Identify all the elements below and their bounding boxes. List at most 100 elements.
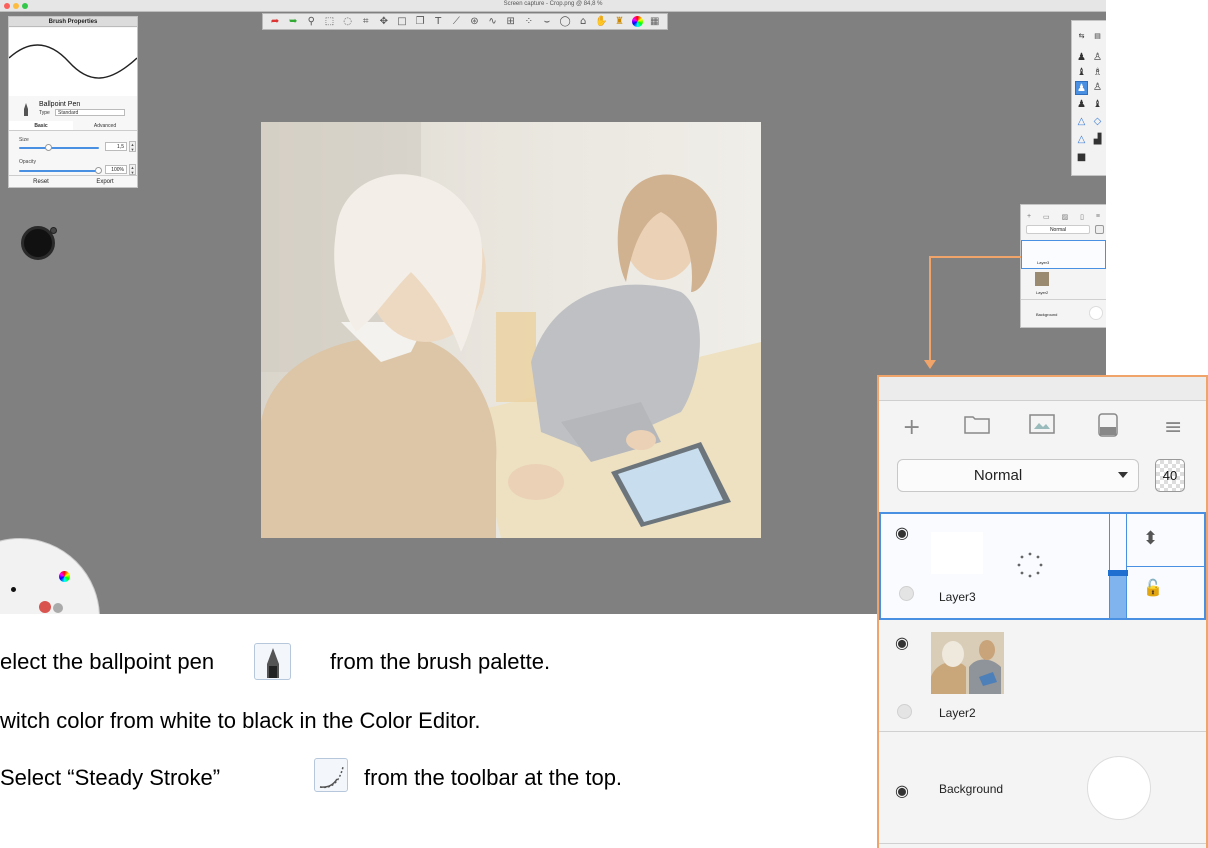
undo-icon[interactable] xyxy=(39,601,51,613)
instruction-step-3-suffix: from the toolbar at the top. xyxy=(364,765,622,791)
zoom-icon[interactable]: ⚲ xyxy=(305,16,317,28)
layer-row-background[interactable]: ◉ Background xyxy=(879,732,1206,844)
opacity-stepper[interactable]: ▲ ▼ xyxy=(129,164,136,175)
crop-icon[interactable]: ⌗ xyxy=(360,16,372,28)
color-wheel-icon[interactable] xyxy=(59,571,70,582)
distort-icon[interactable]: ⁘ xyxy=(523,16,535,28)
layer-menu-icon[interactable]: ≡ xyxy=(1158,413,1188,443)
image-layer-icon[interactable] xyxy=(1027,413,1057,443)
transform-icon[interactable]: ✥ xyxy=(378,16,390,28)
ballpoint-pen-brush-icon[interactable]: ♟ xyxy=(1075,81,1088,95)
opacity-slider-thumb[interactable] xyxy=(95,167,102,174)
eye-icon[interactable]: ◉ xyxy=(895,525,915,541)
fill-icon[interactable]: ⌂ xyxy=(577,16,589,28)
small-layer-row[interactable]: Layer2 xyxy=(1021,269,1106,300)
size-stepper[interactable]: ▲ ▼ xyxy=(129,141,136,152)
photo-of-two-people xyxy=(261,122,761,538)
mask-icon[interactable]: ▯ xyxy=(1080,213,1084,221)
tab-basic[interactable]: Basic xyxy=(9,121,73,131)
callout-connector-vertical xyxy=(929,256,931,362)
ellipse-icon[interactable]: ◯ xyxy=(559,16,571,28)
texture-brush-icon[interactable]: ■ xyxy=(1075,151,1088,165)
blend-mode-select[interactable]: Normal xyxy=(897,459,1139,492)
text-icon[interactable]: T xyxy=(432,16,444,28)
eye-icon[interactable]: ◉ xyxy=(895,635,915,651)
brush-palette-list-icon[interactable]: ▤ xyxy=(1091,29,1104,43)
select-icon[interactable]: ⬚ xyxy=(323,16,335,28)
mask-icon[interactable] xyxy=(1093,413,1123,443)
fineliner-brush-icon[interactable]: ♝ xyxy=(1075,66,1088,80)
ink-brush-icon[interactable]: ♙ xyxy=(1091,81,1104,95)
small-opacity-box[interactable] xyxy=(1095,225,1104,234)
brush-footer: Reset Export xyxy=(9,175,137,187)
lasso-icon[interactable]: ◌ xyxy=(342,16,354,28)
small-layer-row[interactable]: Background xyxy=(1021,300,1106,328)
opacity-slider-track[interactable] xyxy=(1108,514,1128,618)
layer-row-layer3[interactable]: ◉ Layer3 ⬍ 🔓 xyxy=(879,512,1206,620)
add-layer-icon[interactable]: + xyxy=(897,413,927,443)
layer-select-radio[interactable] xyxy=(897,704,912,719)
brush-library-icon[interactable]: ♜ xyxy=(613,16,625,28)
stroke-preview xyxy=(8,28,138,96)
airbrush-brush-icon[interactable]: ♗ xyxy=(1091,66,1104,80)
background-color-swatch[interactable] xyxy=(1087,756,1151,820)
color-wheel-icon[interactable] xyxy=(631,16,643,27)
redo-icon[interactable] xyxy=(53,603,63,613)
canvas-image[interactable] xyxy=(261,122,761,538)
size-slider-thumb[interactable] xyxy=(45,144,52,151)
symmetry-icon[interactable]: ⊛ xyxy=(468,16,480,28)
steady-stroke-icon[interactable]: ⌣ xyxy=(541,16,553,28)
undo-icon[interactable]: ➦ xyxy=(269,16,281,28)
instruction-step-1-suffix: from the brush palette. xyxy=(330,649,550,675)
brush-palette-tools-icon[interactable]: ⇆ xyxy=(1075,29,1088,43)
instruction-step-2: witch color from white to black in the C… xyxy=(0,708,481,734)
layer-opacity-box[interactable]: 40 xyxy=(1155,459,1185,492)
window-title: Screen capture - Crop.png @ 84,8 % xyxy=(503,1,603,7)
fill-brush-icon[interactable]: ▟ xyxy=(1091,133,1104,147)
smudge-brush-icon[interactable]: ♝ xyxy=(1091,98,1104,112)
opacity-slider[interactable] xyxy=(19,170,99,172)
copy-icon[interactable]: ❐ xyxy=(414,16,426,28)
layers-panel-header xyxy=(879,377,1206,401)
curve-icon[interactable]: ∿ xyxy=(487,16,499,28)
eraser-brush-icon[interactable]: △ xyxy=(1075,115,1088,129)
redo-icon[interactable]: ➥ xyxy=(287,16,299,28)
menu-icon[interactable]: ≡ xyxy=(1096,213,1100,221)
paint-icon[interactable]: ✋ xyxy=(595,16,607,28)
type-select[interactable]: Standard xyxy=(55,109,125,116)
paint-brush-icon[interactable]: ♟ xyxy=(1075,98,1088,112)
image-icon[interactable]: ▨ xyxy=(1062,213,1069,221)
layers-panel-zoomed: + ≡ Normal 40 ◉ Layer3 ⬍ 🔓 ◉ Layer2 ◉ Ba… xyxy=(877,375,1208,848)
layers-icon[interactable]: ▦ xyxy=(649,16,661,28)
small-layer-row[interactable]: Layer3 xyxy=(1021,240,1106,269)
marker-brush-icon[interactable]: ♙ xyxy=(1091,51,1104,65)
layer-row-layer2[interactable]: ◉ Layer2 xyxy=(879,620,1206,732)
layer-select-radio[interactable] xyxy=(899,586,914,601)
black-dot-icon[interactable] xyxy=(11,587,16,592)
pencil-brush-icon[interactable]: ♟ xyxy=(1075,51,1088,65)
add-layer-icon[interactable]: + xyxy=(1027,213,1031,221)
folder-icon[interactable]: ▭ xyxy=(1043,213,1050,221)
lock-transparency-icon[interactable]: 🔓 xyxy=(1143,578,1163,597)
opacity-slider-handle[interactable] xyxy=(1108,570,1128,576)
size-slider[interactable] xyxy=(19,147,99,149)
folder-icon[interactable] xyxy=(962,413,992,443)
rect-icon[interactable]: □ xyxy=(396,16,408,28)
small-layer-name: Layer3 xyxy=(1037,260,1050,265)
size-value[interactable]: 1,5 xyxy=(105,142,127,151)
blur-brush-icon[interactable]: ◇ xyxy=(1091,115,1104,129)
tab-advanced[interactable]: Advanced xyxy=(73,121,137,131)
export-button[interactable]: Export xyxy=(73,176,137,187)
perspective-icon[interactable]: ⊞ xyxy=(505,16,517,28)
hard-eraser-brush-icon[interactable]: △ xyxy=(1075,133,1088,147)
ruler-icon[interactable]: ⟋ xyxy=(450,16,462,28)
radial-menu[interactable] xyxy=(0,538,100,614)
small-blend-select[interactable]: Normal xyxy=(1026,225,1090,234)
opacity-value[interactable]: 100% xyxy=(105,165,127,174)
type-label: Type xyxy=(39,110,50,116)
eye-icon[interactable]: ◉ xyxy=(895,783,915,799)
reset-button[interactable]: Reset xyxy=(9,176,73,187)
small-layer-thumbnail xyxy=(1035,272,1049,286)
reorder-icon[interactable]: ⬍ xyxy=(1143,528,1158,549)
small-layer-actions: + ▭ ▨ ▯ ≡ xyxy=(1021,213,1106,221)
